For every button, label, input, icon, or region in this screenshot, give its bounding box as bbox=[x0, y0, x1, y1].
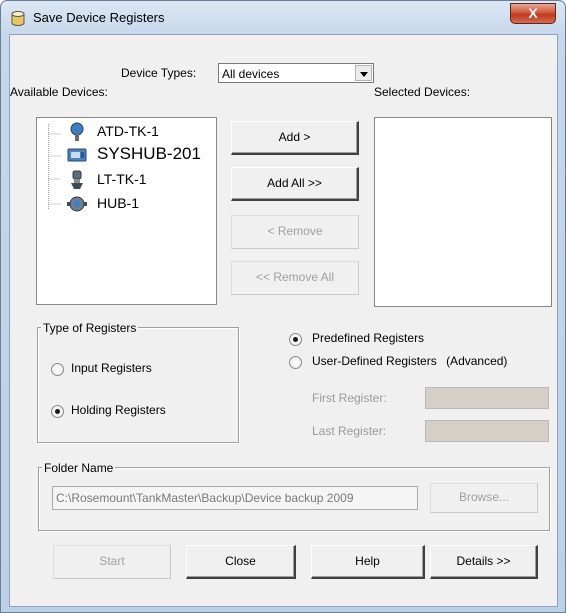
type-of-registers-group bbox=[37, 327, 239, 443]
predefined-registers-radio[interactable] bbox=[289, 333, 302, 346]
add-button[interactable]: Add > bbox=[231, 121, 359, 155]
save-device-registers-window: Save Device Registers X Device Types: Al… bbox=[0, 0, 566, 613]
type-of-registers-title: Type of Registers bbox=[41, 321, 139, 335]
close-icon: X bbox=[528, 5, 538, 21]
selected-devices-list[interactable] bbox=[374, 117, 552, 307]
window-title: Save Device Registers bbox=[33, 10, 165, 25]
remove-all-button[interactable]: << Remove All bbox=[231, 261, 359, 295]
user-defined-registers-label[interactable]: User-Defined Registers (Advanced) bbox=[312, 354, 507, 368]
details-button[interactable]: Details >> bbox=[430, 545, 538, 579]
start-button[interactable]: Start bbox=[53, 545, 171, 579]
close-button[interactable]: Close bbox=[186, 545, 296, 579]
remove-button[interactable]: < Remove bbox=[231, 215, 359, 249]
first-register-label: First Register: bbox=[312, 391, 387, 405]
tree-item-label: ATD-TK-1 bbox=[97, 123, 159, 139]
folder-name-title: Folder Name bbox=[42, 461, 116, 475]
available-devices-tree[interactable]: ATD-TK-1 SYSHUB-201 LT-TK-1 HUB-1 bbox=[36, 117, 217, 305]
user-defined-registers-radio[interactable] bbox=[289, 356, 302, 369]
available-devices-label: Available Devices: bbox=[10, 85, 108, 99]
tree-item-label: SYSHUB-201 bbox=[97, 144, 201, 163]
holding-registers-radio[interactable] bbox=[51, 405, 64, 418]
title-bar[interactable]: Save Device Registers X bbox=[1, 1, 565, 35]
browse-button[interactable]: Browse... bbox=[430, 483, 538, 513]
system-hub-icon bbox=[67, 148, 87, 162]
folder-path-input[interactable]: C:\Rosemount\TankMaster\Backup\Device ba… bbox=[52, 486, 418, 510]
last-register-field[interactable] bbox=[425, 420, 549, 442]
tree-item-label: LT-TK-1 bbox=[97, 171, 147, 187]
chevron-down-icon[interactable] bbox=[355, 65, 372, 81]
add-all-button[interactable]: Add All >> bbox=[231, 167, 359, 201]
device-types-label: Device Types: bbox=[121, 66, 197, 80]
device-types-select[interactable]: All devices bbox=[218, 63, 374, 83]
help-button[interactable]: Help bbox=[311, 545, 425, 579]
input-registers-radio[interactable] bbox=[51, 363, 64, 376]
temperature-transmitter-icon bbox=[70, 122, 84, 141]
selected-devices-label: Selected Devices: bbox=[374, 85, 471, 99]
predefined-registers-label[interactable]: Predefined Registers bbox=[312, 331, 424, 345]
tree-item-label: HUB-1 bbox=[97, 195, 140, 211]
level-gauge-icon bbox=[71, 170, 83, 189]
input-registers-label[interactable]: Input Registers bbox=[71, 361, 152, 375]
holding-registers-label[interactable]: Holding Registers bbox=[71, 403, 166, 417]
last-register-label: Last Register: bbox=[312, 424, 387, 438]
database-icon bbox=[11, 11, 25, 26]
device-types-value: All devices bbox=[222, 67, 280, 81]
field-hub-icon bbox=[67, 196, 87, 212]
first-register-field[interactable] bbox=[425, 387, 549, 409]
close-window-button[interactable]: X bbox=[510, 3, 556, 24]
dialog-client-area: Device Types: All devices Available Devi… bbox=[9, 34, 558, 607]
